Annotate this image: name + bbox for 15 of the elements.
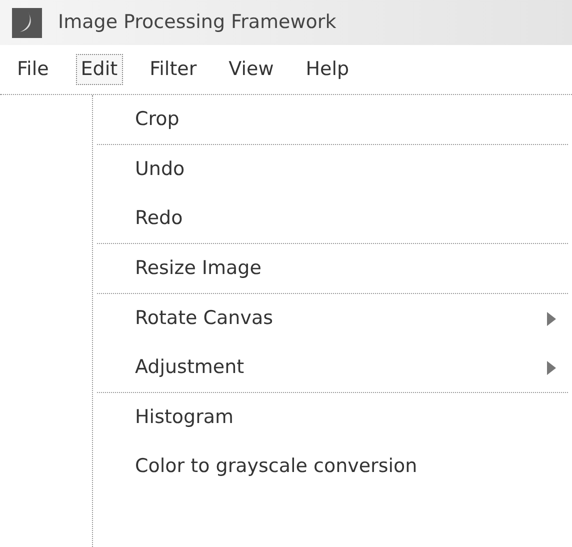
menu-bar-item[interactable]: Help	[300, 54, 354, 85]
app-icon	[12, 8, 42, 38]
window-title: Image Processing Framework	[58, 10, 336, 36]
menu-item[interactable]: Adjustment	[93, 343, 572, 392]
menu-item[interactable]: Redo	[93, 194, 572, 243]
menu-item[interactable]: Rotate Canvas	[93, 294, 572, 343]
menu-bar-item[interactable]: File	[12, 54, 54, 85]
menu-item[interactable]: Resize Image	[93, 244, 572, 293]
menu-item[interactable]: Undo	[93, 145, 572, 194]
menu-item[interactable]: Crop	[93, 95, 572, 144]
menu-item[interactable]: Histogram	[93, 393, 572, 442]
menu-item[interactable]: Color to grayscale conversion	[93, 442, 572, 491]
menu-bar-item[interactable]: Edit	[76, 54, 123, 85]
menu-bar-item[interactable]: Filter	[144, 54, 202, 85]
menu-bar-item[interactable]: View	[224, 54, 279, 85]
